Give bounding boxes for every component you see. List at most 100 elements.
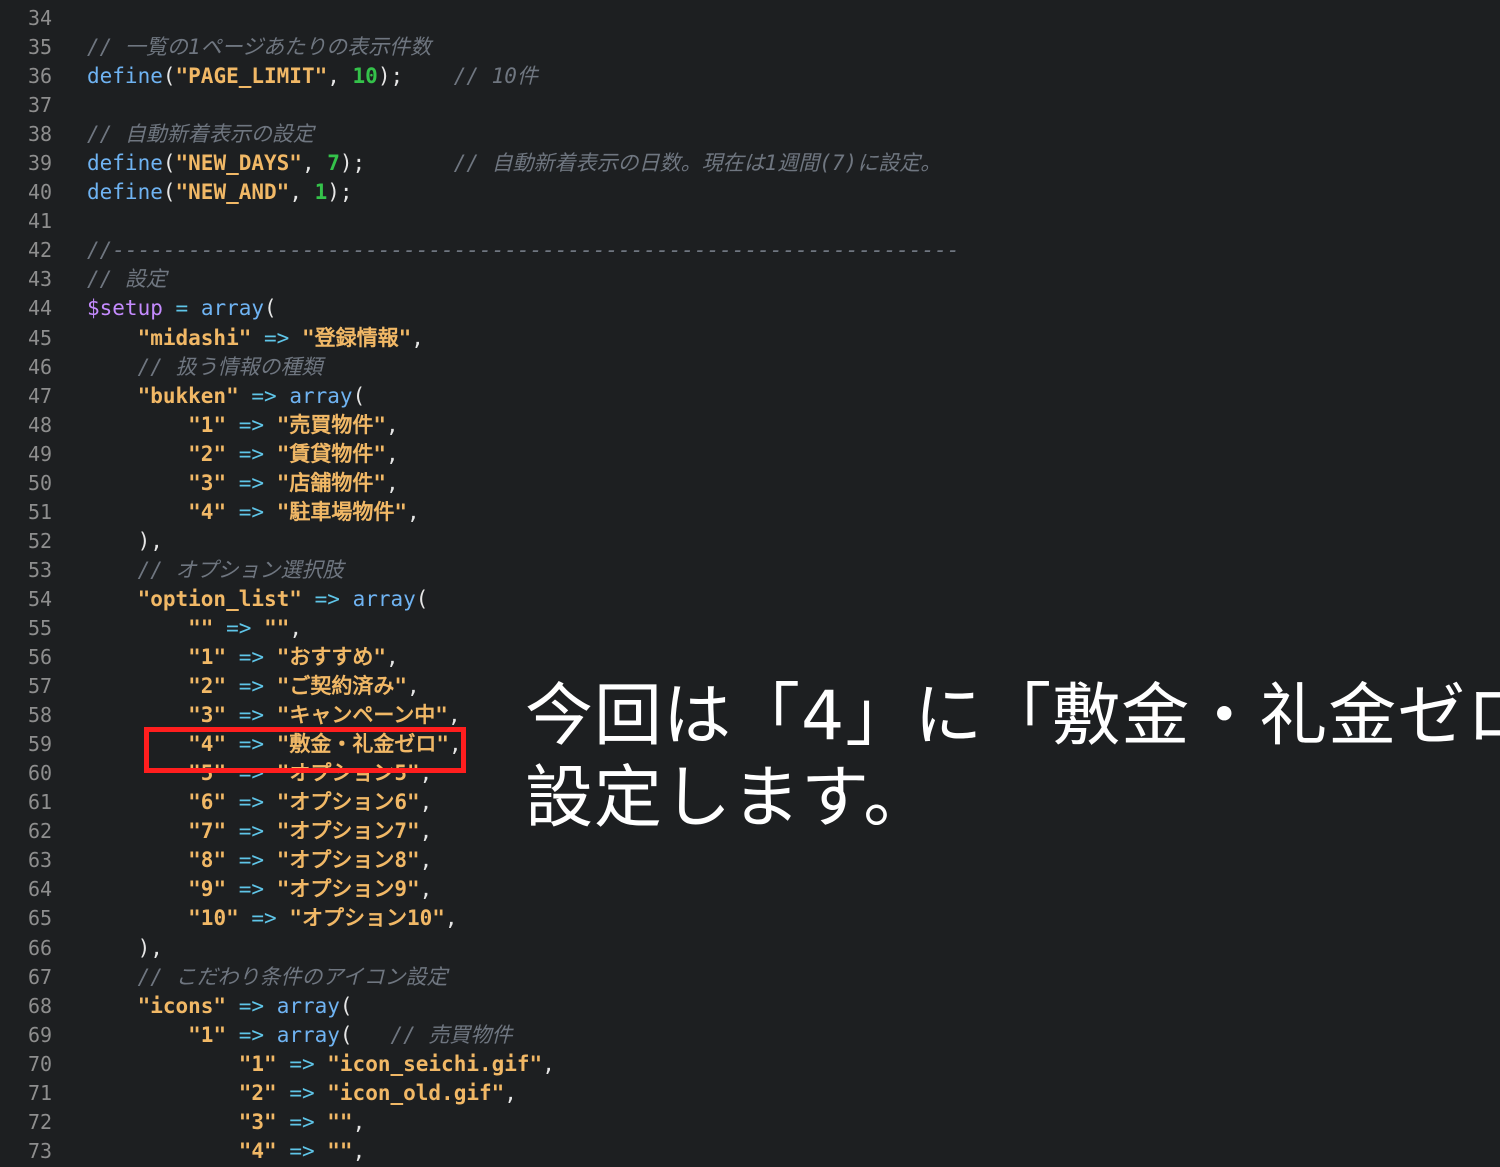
line-code: "icons" => array(	[87, 992, 353, 1021]
line-code: "option_list" => array(	[87, 585, 429, 614]
line-number: 69	[28, 1022, 53, 1047]
code-token: ,	[419, 848, 433, 873]
code-line[interactable]: 48 "1" => "売買物件",	[0, 411, 1500, 440]
code-token: 10	[352, 64, 378, 89]
code-line[interactable]: 67 // こだわり条件のアイコン設定	[0, 963, 1500, 992]
code-token: "1"	[238, 1051, 277, 1076]
code-line[interactable]: 45 "midashi" => "登録情報",	[0, 324, 1500, 353]
code-line[interactable]: 55 "" => "",	[0, 614, 1500, 643]
code-token: ,	[289, 180, 315, 205]
code-token: ,	[386, 470, 399, 495]
code-token: "4"	[238, 1138, 277, 1163]
code-token: );	[377, 64, 454, 89]
code-token: =>	[238, 499, 265, 524]
code-line[interactable]: 53 // オプション選択肢	[0, 556, 1500, 585]
code-line[interactable]: 46 // 扱う情報の種類	[0, 353, 1500, 382]
code-line[interactable]: 69 "1" => array( // 売買物件	[0, 1021, 1500, 1050]
code-line[interactable]: 39 define("NEW_DAYS", 7); // 自動新着表示の日数。現在…	[0, 149, 1500, 178]
code-line[interactable]: 56 "1" => "おすすめ",	[0, 643, 1500, 672]
code-token: =>	[289, 1109, 315, 1134]
code-line[interactable]: 71 "2" => "icon_old.gif",	[0, 1079, 1500, 1108]
code-token: "オプション8"	[276, 848, 420, 873]
code-line[interactable]: 34	[0, 4, 1500, 33]
code-line[interactable]: 43 // 設定	[0, 265, 1500, 294]
code-token: (	[352, 383, 366, 408]
code-line[interactable]: 44 $setup = array(	[0, 294, 1500, 323]
code-line[interactable]: 73 "4" => "",	[0, 1137, 1500, 1166]
caption-line-2: 設定します。	[525, 759, 933, 838]
code-token: "8"	[188, 848, 227, 873]
line-code: "1" => "icon_seichi.gif",	[87, 1050, 555, 1079]
code-token: "3"	[188, 703, 227, 728]
line-number: 42	[28, 238, 53, 263]
code-token: array	[276, 1022, 340, 1047]
line-code: // オプション選択肢	[87, 556, 344, 585]
line-number: 47	[28, 383, 53, 408]
code-token: "9"	[188, 877, 227, 902]
line-number: 46	[28, 354, 53, 379]
line-number: 72	[28, 1109, 53, 1134]
highlight-box	[144, 727, 466, 773]
line-code: "4" => "",	[87, 1137, 366, 1166]
code-line[interactable]: 64 "9" => "オプション9",	[0, 875, 1500, 904]
code-token: "キャンペーン中"	[276, 703, 448, 728]
line-code: "4" => "駐車場物件",	[87, 498, 420, 527]
code-token: "2"	[188, 674, 227, 699]
code-token: "7"	[188, 819, 227, 844]
code-token: "NEW_DAYS"	[175, 151, 302, 176]
code-line[interactable]: 72 "3" => "",	[0, 1108, 1500, 1137]
code-token: );	[327, 180, 353, 205]
code-editor[interactable]: 34 35// 一覧の1ページあたりの表示件数 36 define("PAGE_LIM…	[0, 0, 1500, 1167]
line-code: ),	[87, 527, 163, 556]
code-token: // オプション選択肢	[137, 557, 344, 582]
line-number: 41	[28, 209, 53, 234]
code-line[interactable]: 47 "bukken" => array(	[0, 382, 1500, 411]
code-token: =>	[238, 412, 265, 437]
code-token: ,	[386, 441, 399, 466]
code-line[interactable]: 54 "option_list" => array(	[0, 585, 1500, 614]
line-code: "2" => "ご契約済み",	[87, 672, 420, 701]
code-token: define	[87, 151, 163, 176]
code-line[interactable]: 63 "8" => "オプション8",	[0, 846, 1500, 875]
code-line[interactable]: 36 define("PAGE_LIMIT", 10); // 10件	[0, 62, 1500, 91]
code-line[interactable]: 38 // 自動新着表示の設定	[0, 120, 1500, 149]
code-token: "店舗物件"	[276, 470, 386, 495]
code-line[interactable]: 65 "10" => "オプション10",	[0, 904, 1500, 933]
code-token: // 一覧の1ページあたりの表示件数	[87, 35, 432, 60]
code-line[interactable]: 52 ),	[0, 527, 1500, 556]
code-token: "駐車場物件"	[276, 499, 407, 524]
code-line[interactable]: 35 // 一覧の1ページあたりの表示件数	[0, 33, 1500, 62]
code-token: ""	[264, 615, 290, 640]
code-token: "NEW_AND"	[175, 180, 290, 205]
code-line[interactable]: 37	[0, 91, 1500, 120]
line-number: 45	[28, 325, 53, 350]
code-line[interactable]: 42 //------------------------------------…	[0, 236, 1500, 265]
code-line[interactable]: 40 define("NEW_AND", 1);	[0, 178, 1500, 207]
code-line[interactable]: 68 "icons" => array(	[0, 992, 1500, 1021]
code-token: ,	[352, 1109, 366, 1134]
code-line[interactable]: 49 "2" => "賃貸物件",	[0, 440, 1500, 469]
code-line[interactable]: 51 "4" => "駐車場物件",	[0, 498, 1500, 527]
code-token: ,	[301, 151, 328, 176]
code-token: "4"	[188, 499, 227, 524]
code-line[interactable]: 50 "3" => "店舗物件",	[0, 469, 1500, 498]
code-line[interactable]: 66 ),	[0, 934, 1500, 963]
code-line[interactable]: 41	[0, 207, 1500, 236]
code-token: "3"	[188, 470, 227, 495]
code-token: "オプション9"	[276, 877, 420, 902]
line-number: 43	[28, 267, 53, 292]
code-line[interactable]: 70 "1" => "icon_seichi.gif",	[0, 1050, 1500, 1079]
